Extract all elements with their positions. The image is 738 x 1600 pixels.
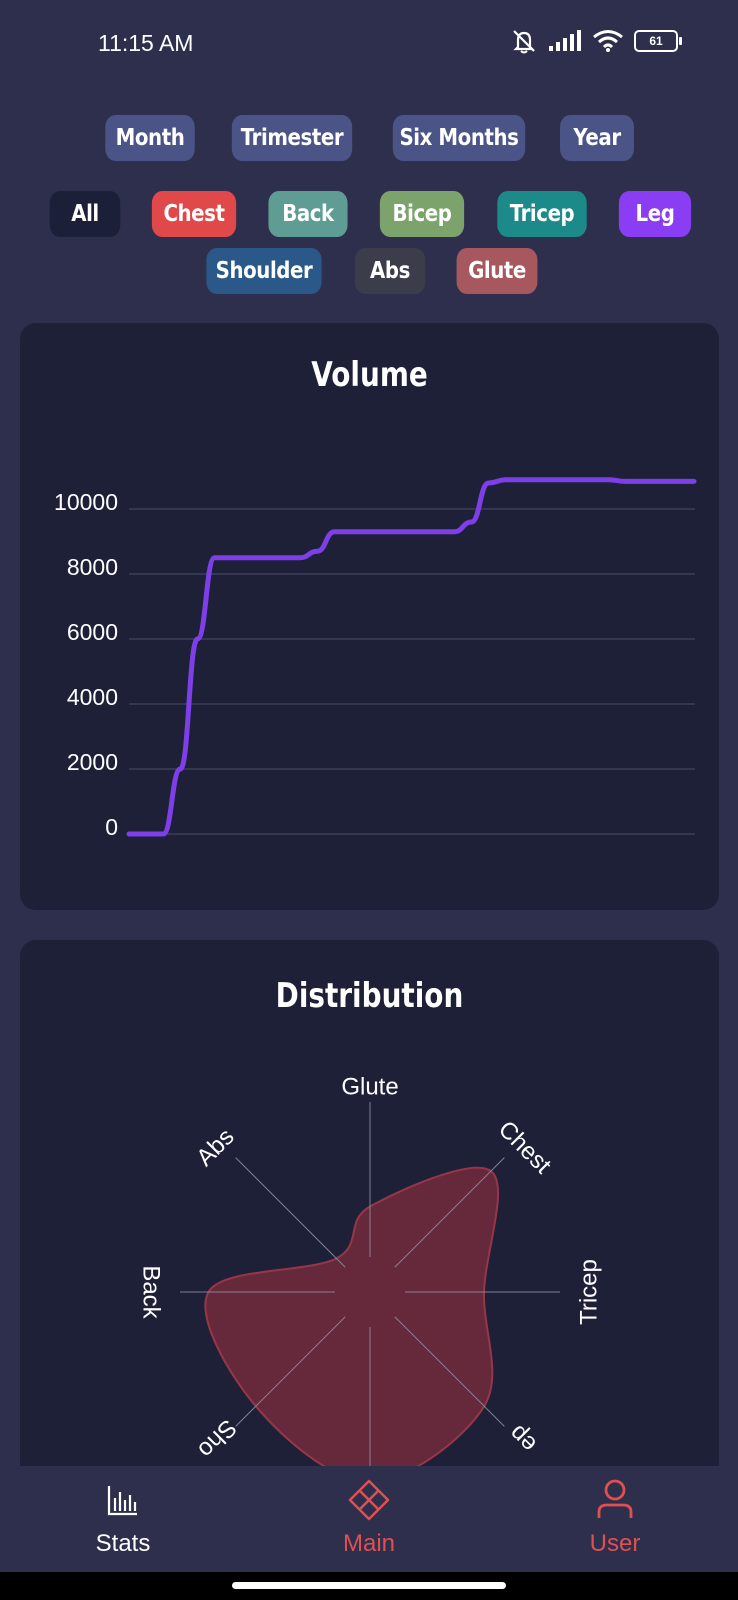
period-chip-six-months[interactable]: Six Months xyxy=(392,115,526,161)
diamond-grid-icon xyxy=(348,1479,390,1521)
muscle-chip-chest[interactable]: Chest xyxy=(151,191,237,237)
period-chip-year[interactable]: Year xyxy=(560,115,634,161)
muscle-chip-leg[interactable]: Leg xyxy=(618,191,692,237)
status-time: 11:15 AM xyxy=(98,30,194,56)
muscle-chip-back[interactable]: Back xyxy=(268,191,348,237)
muscle-chip-all[interactable]: All xyxy=(49,191,121,237)
radar-spoke-abs xyxy=(235,1157,346,1268)
nav-label-user: User xyxy=(589,1530,641,1557)
nav-item-stats[interactable]: Stats xyxy=(43,1466,203,1572)
muscle-chip-abs[interactable]: Abs xyxy=(354,248,426,294)
radar-axis-label-tricep: Tricep xyxy=(575,1259,602,1325)
volume-card: Volume 0 2000 4000 6000 8000 10000 xyxy=(20,323,719,910)
status-bar: 11:15 AM 61 xyxy=(0,0,738,90)
user-icon xyxy=(597,1479,633,1518)
nav-item-user[interactable]: User xyxy=(535,1466,695,1572)
home-indicator-area xyxy=(0,1572,738,1600)
period-chip-trimester[interactable]: Trimester xyxy=(231,115,353,161)
home-indicator[interactable] xyxy=(232,1582,506,1589)
muscle-chip-glute[interactable]: Glute xyxy=(456,248,538,294)
radar-area xyxy=(204,1166,500,1480)
bar-chart-icon xyxy=(107,1486,137,1516)
volume-series-line-0 xyxy=(126,477,697,837)
nav-item-main[interactable]: Main xyxy=(289,1466,449,1572)
muscle-chip-shoulder[interactable]: Shoulder xyxy=(206,248,322,294)
status-icons: 61 xyxy=(510,28,682,54)
radar-axis-label-glute: Glute xyxy=(341,1073,398,1100)
muscle-chip-tricep[interactable]: Tricep xyxy=(497,191,587,237)
wifi-icon xyxy=(593,30,623,52)
radar-axis-label-sho: Sho xyxy=(192,1414,241,1463)
radar-axis-label-back: Back xyxy=(138,1265,165,1319)
volume-line-chart xyxy=(126,477,697,837)
radar-axis-label-abs: Abs xyxy=(191,1123,239,1171)
mute-bell-icon xyxy=(513,30,535,54)
bottom-nav: Stats Main User xyxy=(0,1466,738,1572)
signal-icon xyxy=(549,30,581,51)
nav-label-stats: Stats xyxy=(95,1530,151,1557)
radar-axis-label-ep: ep xyxy=(504,1420,542,1458)
period-chip-month[interactable]: Month xyxy=(105,115,195,161)
radar-axis-label-chest: Chest xyxy=(493,1116,557,1180)
distribution-card: Distribution Glute Chest Tricep ep Sho Back Ab… xyxy=(20,940,719,1480)
battery-icon: 61 xyxy=(634,30,682,52)
distribution-radar-chart: Glute Chest Tricep ep Sho Back Abs xyxy=(138,1073,602,1480)
muscle-chip-bicep[interactable]: Bicep xyxy=(379,191,465,237)
nav-label-main: Main xyxy=(342,1530,396,1557)
